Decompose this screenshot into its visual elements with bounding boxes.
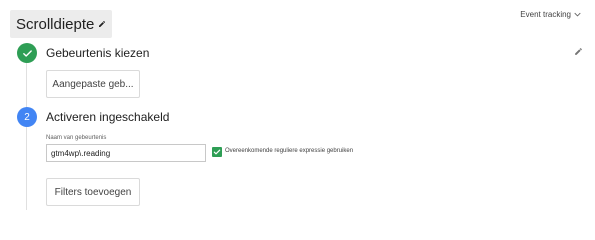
chevron-down-icon bbox=[574, 10, 581, 19]
regex-checkbox[interactable] bbox=[212, 147, 222, 157]
pencil-icon[interactable] bbox=[98, 20, 106, 28]
custom-event-button[interactable]: Aangepaste geb... bbox=[46, 70, 140, 98]
regex-checkbox-label[interactable]: Overeenkomende reguliere expressie gebru… bbox=[225, 148, 353, 154]
page-title[interactable]: Scrolldiepte bbox=[16, 16, 94, 33]
step-number-badge: 2 bbox=[17, 107, 37, 127]
event-name-label: Naam van gebeurtenis bbox=[46, 135, 107, 141]
title-field[interactable]: Scrolldiepte bbox=[10, 10, 113, 38]
step-title-choose-event: Gebeurtenis kiezen bbox=[46, 46, 150, 60]
event-name-input[interactable]: gtm4wp\.reading bbox=[46, 144, 206, 162]
event-tracking-label: Event tracking bbox=[520, 10, 571, 19]
add-filters-button[interactable]: Filters toevoegen bbox=[46, 178, 140, 206]
event-tracking-dropdown[interactable]: Event tracking bbox=[520, 10, 581, 19]
tag-editor-page: Scrolldiepte Event tracking Gebeurtenis … bbox=[0, 0, 595, 210]
edit-icon[interactable] bbox=[574, 47, 583, 56]
step-rail bbox=[26, 60, 27, 210]
step-complete-check-icon bbox=[17, 43, 37, 63]
step-title-trigger-enabled: Activeren ingeschakeld bbox=[46, 110, 170, 124]
